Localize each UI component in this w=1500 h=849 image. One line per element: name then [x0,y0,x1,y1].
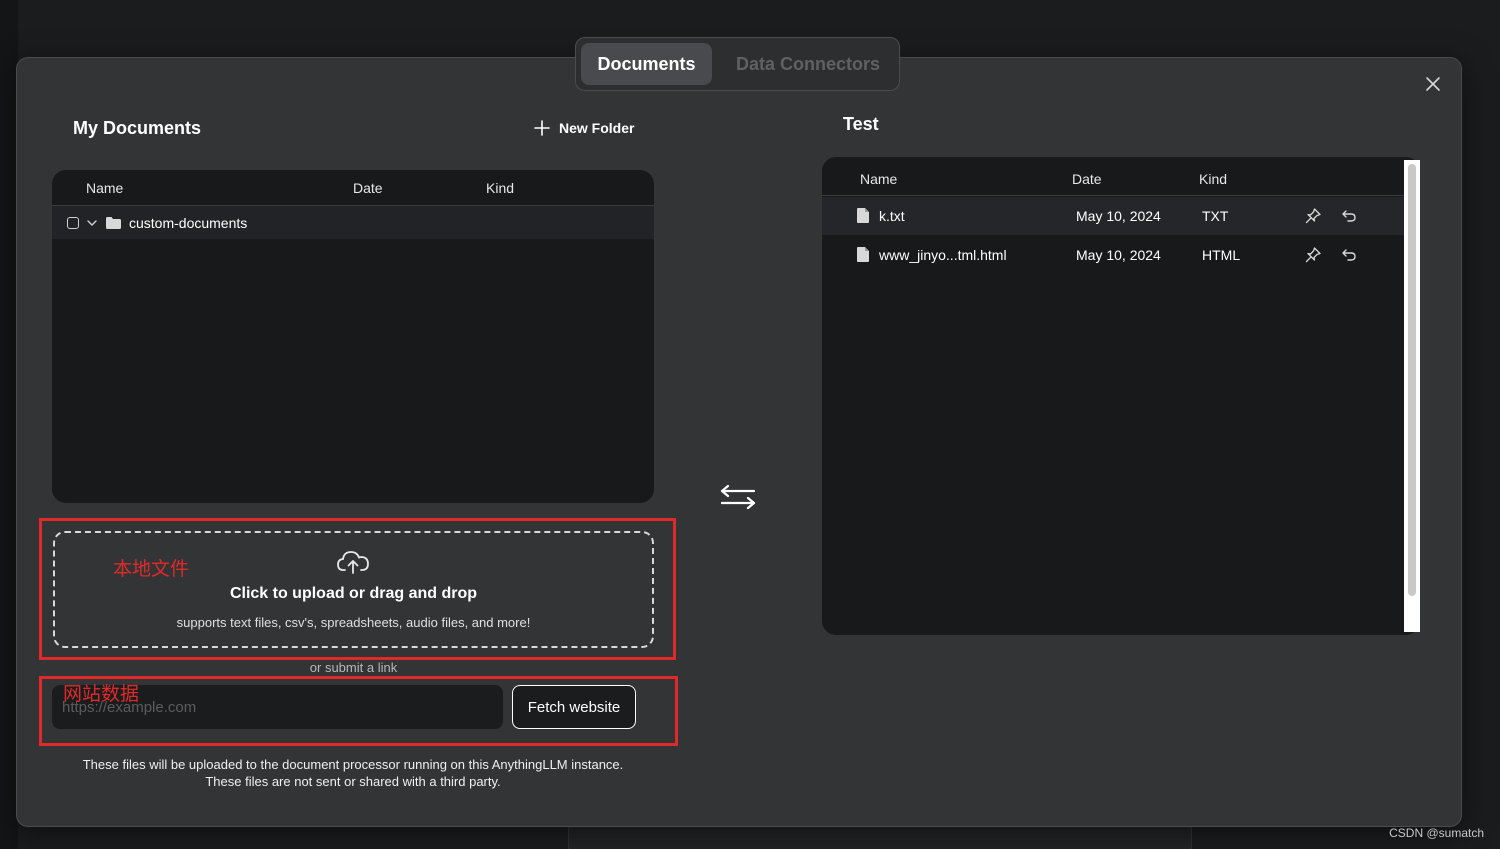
tab-documents[interactable]: Documents [581,43,712,85]
tab-data-connectors[interactable]: Data Connectors [722,43,894,85]
file-name: www_jinyo...tml.html [879,247,1007,263]
file-name: k.txt [879,208,905,224]
file-date: May 10, 2024 [1076,247,1161,263]
file-kind: HTML [1202,247,1241,263]
table-row[interactable]: www_jinyo...tml.html May 10, 2024 HTML [822,236,1404,274]
column-name: Name [86,180,124,196]
tab-bar: Documents Data Connectors [575,37,900,91]
file-icon [857,208,869,223]
table-header: Name Date Kind [52,170,654,206]
background-footer-bar [568,826,1192,849]
undo-icon[interactable] [1340,207,1358,225]
folder-icon [106,216,121,229]
file-date: May 10, 2024 [1076,208,1161,224]
folder-row[interactable]: custom-documents [52,206,654,239]
column-date: Date [1072,171,1102,187]
annotation-local-files: 本地文件 [113,558,190,580]
new-folder-label: New Folder [559,120,635,136]
swap-arrows-icon[interactable] [718,474,758,514]
folder-name: custom-documents [129,214,248,231]
folder-checkbox[interactable] [67,216,79,229]
file-icon [857,247,869,262]
workspace-title: Test [843,114,879,134]
plus-icon [533,119,551,137]
upload-subtitle: supports text files, csv's, spreadsheets… [176,615,531,630]
cloud-upload-icon [336,548,370,576]
column-date: Date [353,180,383,196]
upload-title: Click to upload or drag and drop [229,585,478,602]
close-icon[interactable] [1421,72,1445,96]
table-row[interactable]: k.txt May 10, 2024 TXT [822,197,1404,235]
undo-icon[interactable] [1340,246,1358,264]
annotation-website-data: 网站数据 [63,683,140,705]
fetch-website-button[interactable]: Fetch website [512,685,636,729]
column-kind: Kind [486,180,515,196]
or-submit-link-text: or submit a link [309,660,398,675]
file-kind: TXT [1202,208,1229,224]
footer-line-2: These files are not sent or shared with … [205,774,501,789]
column-name: Name [860,171,898,187]
my-documents-title: My Documents [73,118,202,138]
pin-icon[interactable] [1304,246,1322,264]
column-kind: Kind [1199,171,1228,187]
chevron-down-icon[interactable] [86,217,98,229]
pin-icon[interactable] [1304,207,1322,225]
footer-line-1: These files will be uploaded to the docu… [82,757,624,772]
my-documents-panel: Name Date Kind custom-documents [52,170,654,503]
scrollbar-thumb[interactable] [1408,164,1416,596]
new-folder-button[interactable]: New Folder [533,117,634,139]
watermark: CSDN @sumatch [1389,826,1484,840]
workspace-documents-panel: Name Date Kind k.txt May 10, 2024 TXT ww… [822,157,1420,635]
table-header: Name Date Kind [822,157,1420,196]
